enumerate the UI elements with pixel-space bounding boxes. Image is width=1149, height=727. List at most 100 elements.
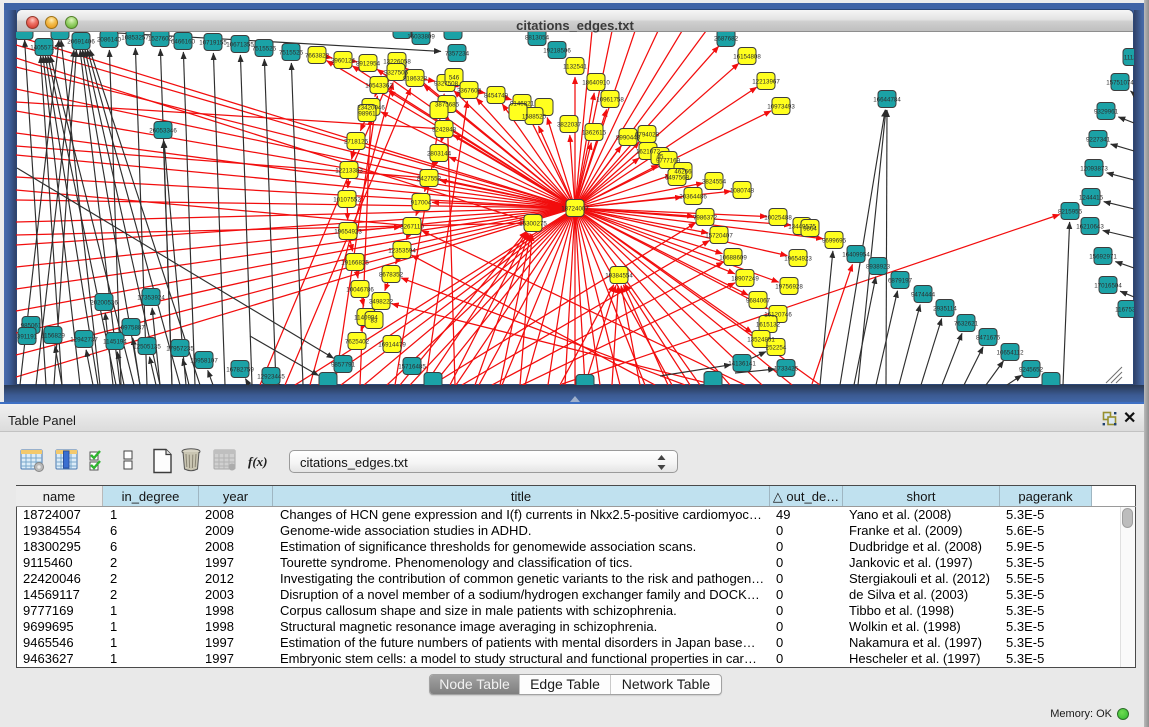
svg-text:10671355: 10671355 bbox=[226, 41, 254, 48]
svg-text:10543362: 10543362 bbox=[365, 82, 393, 89]
svg-text:985061: 985061 bbox=[21, 322, 42, 329]
svg-text:10107552: 10107552 bbox=[333, 196, 361, 203]
svg-text:1527602: 1527602 bbox=[148, 35, 173, 42]
svg-text:8186328: 8186328 bbox=[403, 75, 428, 82]
svg-text:10719155: 10719155 bbox=[199, 39, 227, 46]
svg-text:9146821: 9146821 bbox=[510, 100, 535, 107]
svg-text:26053346: 26053346 bbox=[149, 127, 177, 134]
svg-text:19166825: 19166825 bbox=[341, 259, 369, 266]
svg-text:8813054: 8813054 bbox=[525, 34, 550, 41]
svg-text:20200536: 20200536 bbox=[90, 299, 118, 306]
svg-text:1615132: 1615132 bbox=[756, 321, 781, 328]
svg-text:1132541: 1132541 bbox=[563, 63, 587, 70]
svg-text:8454749: 8454749 bbox=[484, 92, 509, 99]
svg-text:12942737: 12942737 bbox=[70, 336, 98, 343]
svg-text:13524851: 13524851 bbox=[747, 336, 775, 343]
svg-text:2367608: 2367608 bbox=[457, 87, 482, 94]
svg-text:19654923: 19654923 bbox=[784, 255, 812, 262]
svg-text:16154808: 16154808 bbox=[733, 53, 761, 60]
svg-text:18907249: 18907249 bbox=[731, 275, 759, 282]
svg-text:8215955: 8215955 bbox=[1058, 208, 1083, 215]
svg-text:16033809: 16033809 bbox=[407, 33, 435, 40]
svg-text:8912954: 8912954 bbox=[356, 60, 381, 67]
svg-text:15720407: 15720407 bbox=[705, 232, 733, 239]
svg-text:10853257: 10853257 bbox=[121, 34, 149, 41]
svg-text:16120746: 16120746 bbox=[764, 311, 792, 318]
svg-text:16914479: 16914479 bbox=[378, 341, 406, 348]
svg-text:1244415: 1244415 bbox=[1079, 194, 1104, 201]
svg-text:16644784: 16644784 bbox=[873, 96, 901, 103]
svg-text:19654923: 19654923 bbox=[334, 228, 362, 235]
svg-text:14055715: 14055715 bbox=[30, 44, 58, 51]
svg-text:7986372: 7986372 bbox=[693, 214, 718, 221]
svg-text:12505135: 12505135 bbox=[133, 343, 161, 350]
svg-text:2718126: 2718126 bbox=[344, 138, 369, 145]
svg-text:7515526: 7515526 bbox=[252, 45, 277, 52]
svg-text:13226058: 13226058 bbox=[383, 58, 411, 65]
svg-text:10975887: 10975887 bbox=[117, 324, 145, 331]
svg-text:9242848: 9242848 bbox=[432, 126, 457, 133]
svg-text:7632621: 7632621 bbox=[954, 320, 979, 327]
svg-text:7357234: 7357234 bbox=[445, 50, 470, 57]
svg-text:917004: 917004 bbox=[411, 199, 432, 206]
svg-text:2687682: 2687682 bbox=[714, 35, 739, 42]
svg-text:16409954: 16409954 bbox=[842, 251, 870, 258]
svg-text:19384554: 19384554 bbox=[605, 272, 633, 279]
svg-text:19756928: 19756928 bbox=[775, 283, 803, 290]
svg-text:8471676: 8471676 bbox=[976, 334, 1001, 341]
svg-text:3875685: 3875685 bbox=[435, 101, 460, 108]
svg-text:10025488: 10025488 bbox=[764, 214, 792, 221]
svg-text:3498222: 3498222 bbox=[369, 298, 394, 305]
svg-text:20691406: 20691406 bbox=[67, 38, 95, 45]
svg-text:10958107: 10958107 bbox=[190, 357, 218, 364]
svg-text:3824554: 3824554 bbox=[702, 178, 727, 185]
svg-text:18640910: 18640910 bbox=[582, 79, 610, 86]
svg-text:8678352: 8678352 bbox=[379, 271, 404, 278]
svg-text:8938923: 8938923 bbox=[866, 263, 891, 270]
svg-text:15751074: 15751074 bbox=[1106, 79, 1134, 86]
svg-text:12213967: 12213967 bbox=[752, 78, 780, 85]
svg-text:10961758: 10961758 bbox=[596, 96, 624, 103]
svg-text:2086140: 2086140 bbox=[97, 36, 122, 43]
svg-text:17957235: 17957235 bbox=[166, 345, 194, 352]
svg-text:2803144: 2803144 bbox=[427, 150, 452, 157]
svg-text:546: 546 bbox=[449, 74, 460, 81]
svg-text:1167533: 1167533 bbox=[1115, 306, 1134, 313]
svg-text:18724007: 18724007 bbox=[561, 205, 589, 212]
svg-text:6497568: 6497568 bbox=[665, 174, 690, 181]
svg-text:252254: 252254 bbox=[766, 344, 787, 351]
svg-text:19218506: 19218506 bbox=[543, 47, 571, 54]
svg-text:6794028: 6794028 bbox=[635, 131, 660, 138]
svg-text:3960124: 3960124 bbox=[331, 57, 356, 64]
svg-text:12923445: 12923445 bbox=[257, 373, 285, 380]
svg-text:10046786: 10046786 bbox=[346, 286, 374, 293]
svg-text:7515526: 7515526 bbox=[279, 49, 304, 56]
svg-text:6466160: 6466160 bbox=[171, 38, 196, 45]
svg-text:1588520: 1588520 bbox=[522, 113, 547, 120]
svg-text:9857791: 9857791 bbox=[331, 361, 356, 368]
svg-text:83: 83 bbox=[371, 317, 378, 324]
svg-text:9684067: 9684067 bbox=[746, 297, 771, 304]
svg-text:2935114: 2935114 bbox=[933, 305, 957, 312]
svg-text:1362615: 1362615 bbox=[582, 129, 607, 136]
svg-text:1080748: 1080748 bbox=[730, 187, 755, 194]
svg-text:16210643: 16210643 bbox=[1076, 223, 1104, 230]
svg-text:15300275: 15300275 bbox=[519, 220, 547, 227]
svg-text:15692971: 15692971 bbox=[1089, 253, 1117, 260]
svg-text:12353594: 12353594 bbox=[388, 247, 416, 254]
svg-text:1145194: 1145194 bbox=[103, 338, 127, 345]
svg-text:10973493: 10973493 bbox=[767, 103, 795, 110]
svg-text:9777169: 9777169 bbox=[656, 157, 681, 164]
svg-text:9245652: 9245652 bbox=[1019, 366, 1044, 373]
svg-text:7663822: 7663822 bbox=[305, 52, 330, 59]
svg-text:98961: 98961 bbox=[358, 110, 376, 117]
svg-text:9699695: 9699695 bbox=[822, 237, 847, 244]
svg-text:10688609: 10688609 bbox=[719, 254, 747, 261]
svg-text:17353924: 17353924 bbox=[137, 294, 165, 301]
svg-text:3267110: 3267110 bbox=[400, 223, 424, 230]
svg-text:16782759: 16782759 bbox=[226, 366, 254, 373]
svg-text:9227341: 9227341 bbox=[1086, 136, 1111, 143]
svg-text:14136141: 14136141 bbox=[728, 360, 756, 367]
svg-text:15716485: 15716485 bbox=[398, 363, 426, 370]
svg-text:12093873: 12093873 bbox=[1080, 165, 1108, 172]
